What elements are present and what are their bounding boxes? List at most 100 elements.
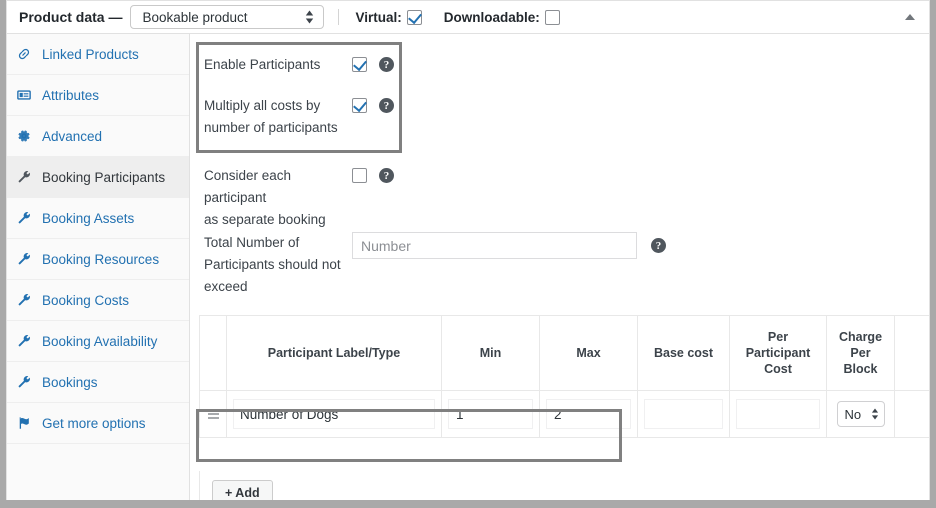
product-data-tabs-sidebar: Linked Products Attributes Advanced Book…: [7, 34, 190, 504]
wrench-icon: [17, 293, 37, 307]
sidebar-item-advanced[interactable]: Advanced: [7, 116, 189, 157]
add-participant-button[interactable]: + Add: [212, 479, 273, 500]
sidebar-item-label: Booking Participants: [42, 169, 166, 185]
column-header-handle: [199, 315, 227, 391]
column-header-charge-per-block: Charge Per Block: [826, 315, 895, 391]
per-participant-line3: Cost: [764, 362, 792, 376]
sidebar-item-label: Get more options: [42, 415, 146, 431]
row-per-participant-cost-cell: [729, 390, 827, 438]
virtual-label: Virtual:: [355, 9, 402, 25]
link-icon: [17, 47, 37, 61]
page-title: Product data —: [19, 9, 123, 25]
select-stepper-arrows-icon: [871, 408, 879, 420]
header-divider: [338, 9, 340, 25]
sidebar-item-label: Linked Products: [42, 46, 139, 62]
help-icon[interactable]: ?: [379, 57, 394, 72]
column-header-max: Max: [539, 315, 638, 391]
screenshot-root: Product data — Bookable product Virtual:…: [0, 0, 936, 508]
sidebar-item-booking-availability[interactable]: Booking Availability: [7, 321, 189, 362]
sidebar-item-bookings[interactable]: Bookings: [7, 362, 189, 403]
participants-table-head: Participant Label/Type Min Max Base cost…: [199, 315, 929, 391]
column-header-base-cost: Base cost: [637, 315, 730, 391]
separate-booking-field: Consider each participant as separate bo…: [204, 165, 394, 231]
sidebar-item-label: Advanced: [42, 128, 103, 144]
window-bottom-edge: [0, 500, 936, 508]
row-charge-per-block-cell: No: [826, 390, 895, 438]
per-participant-line1: Per: [767, 330, 789, 344]
sidebar-item-booking-assets[interactable]: Booking Assets: [7, 198, 189, 239]
wrench-icon: [17, 252, 37, 266]
separate-booking-checkbox[interactable]: [352, 168, 367, 183]
wrench-icon: [17, 375, 37, 389]
total-participants-field: Total Number of Participants should not …: [204, 232, 666, 298]
total-participants-label-line1: Total Number of: [204, 235, 300, 250]
sidebar-item-booking-costs[interactable]: Booking Costs: [7, 280, 189, 321]
downloadable-label: Downloadable:: [443, 9, 540, 25]
participants-table-footer: + Add: [199, 471, 929, 500]
product-type-value: Bookable product: [142, 9, 248, 25]
wrench-icon: [17, 211, 37, 225]
sidebar-item-label: Booking Assets: [42, 210, 135, 226]
sidebar-item-label: Bookings: [42, 374, 98, 390]
table-header-row: Participant Label/Type Min Max Base cost…: [199, 315, 929, 391]
row-base-cost-cell: [637, 390, 730, 438]
enable-participants-field: Enable Participants ?: [204, 54, 394, 76]
charge-per-block-line3: Block: [843, 362, 878, 376]
product-type-select[interactable]: Bookable product: [130, 5, 325, 29]
charge-per-block-select[interactable]: No: [836, 401, 885, 427]
separate-booking-label-line1: Consider each participant: [204, 168, 292, 205]
downloadable-checkbox[interactable]: [544, 9, 560, 25]
separate-booking-label: Consider each participant as separate bo…: [204, 165, 352, 231]
sidebar-item-booking-resources[interactable]: Booking Resources: [7, 239, 189, 280]
sidebar-item-label: Attributes: [42, 87, 100, 103]
per-participant-line2: Participant: [745, 346, 811, 360]
total-participants-label-line3: exceed: [204, 279, 248, 294]
wrench-icon: [17, 334, 37, 348]
sidebar-item-label: Booking Availability: [42, 333, 158, 349]
charge-per-block-value: No: [844, 406, 862, 422]
multiply-costs-field: Multiply all costs by number of particip…: [204, 95, 394, 139]
gear-icon: [17, 129, 37, 143]
separate-booking-label-line2: as separate booking: [204, 212, 326, 227]
row-actions-cell: [894, 390, 929, 438]
booking-participants-panel: Enable Participants ? Multiply all costs…: [190, 34, 929, 500]
sidebar-empty-area: [7, 444, 189, 504]
column-header-per-participant-cost: Per Participant Cost: [729, 315, 827, 391]
help-icon[interactable]: ?: [651, 238, 666, 253]
wrench-icon: [17, 170, 37, 184]
sidebar-item-attributes[interactable]: Attributes: [7, 75, 189, 116]
enable-participants-label: Enable Participants: [204, 57, 321, 72]
total-participants-label-line2: Participants should not: [204, 257, 341, 272]
attributes-icon: [17, 88, 37, 102]
sidebar-item-label: Booking Costs: [42, 292, 130, 308]
panel-collapse-toggle[interactable]: [901, 8, 919, 26]
total-participants-label: Total Number of Participants should not …: [204, 232, 352, 298]
sidebar-item-booking-participants[interactable]: Booking Participants: [7, 157, 189, 198]
product-data-panel: Product data — Bookable product Virtual:…: [6, 0, 930, 504]
column-header-min: Min: [441, 315, 540, 391]
charge-per-block-line1: Charge: [838, 330, 883, 344]
multiply-costs-label-line1: Multiply all costs by: [204, 98, 321, 113]
help-icon[interactable]: ?: [379, 98, 394, 113]
sidebar-item-get-more-options[interactable]: Get more options: [7, 403, 189, 444]
sidebar-item-linked-products[interactable]: Linked Products: [7, 34, 189, 75]
column-header-participant-label: Participant Label/Type: [226, 315, 442, 391]
flag-icon: [17, 416, 37, 430]
per-participant-cost-input[interactable]: [736, 399, 820, 429]
downloadable-field: Downloadable:: [443, 9, 560, 25]
select-stepper-arrows-icon: [305, 10, 314, 24]
panel-header: Product data — Bookable product Virtual:…: [7, 1, 929, 34]
caret-up-icon: [905, 14, 915, 20]
base-cost-input[interactable]: [644, 399, 723, 429]
sidebar-item-label: Booking Resources: [42, 251, 160, 267]
virtual-checkbox[interactable]: [406, 9, 422, 25]
panel-body: Linked Products Attributes Advanced Book…: [7, 34, 929, 504]
multiply-costs-checkbox[interactable]: [352, 98, 367, 113]
virtual-field: Virtual:: [355, 9, 422, 25]
multiply-costs-label: Multiply all costs by number of particip…: [204, 95, 352, 139]
total-participants-input[interactable]: [352, 232, 637, 259]
multiply-costs-label-line2: number of participants: [204, 120, 338, 135]
charge-per-block-line2: Per: [850, 346, 871, 360]
enable-participants-checkbox[interactable]: [352, 57, 367, 72]
help-icon[interactable]: ?: [379, 168, 394, 183]
